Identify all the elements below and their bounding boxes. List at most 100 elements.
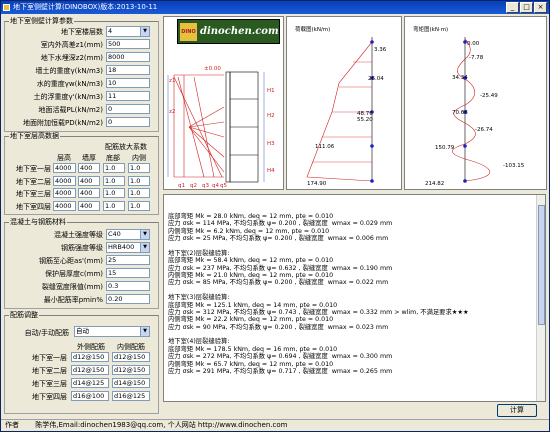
chevron-down-icon: ▼ <box>140 27 149 36</box>
rebar-out-input[interactable]: d12@150 <box>71 352 109 362</box>
amp-in-input[interactable]: 1.0 <box>128 200 150 211</box>
author-label: 作者 <box>5 421 19 429</box>
moment-chart-title: 弯矩图(kN·m) <box>413 25 448 33</box>
basic-param-input[interactable]: 0 <box>106 104 150 114</box>
basic-param-label: 地下室楼层数 <box>61 28 103 36</box>
wall-thickness-input[interactable]: 400 <box>78 188 100 198</box>
close-button[interactable]: × <box>534 2 547 13</box>
rebar-out-input[interactable]: d16@100 <box>71 391 109 401</box>
chevron-down-icon: ▼ <box>140 230 149 239</box>
rebar-out-input[interactable]: d12@150 <box>71 365 109 375</box>
wall-thickness-input[interactable]: 400 <box>78 200 100 211</box>
amp-in-input[interactable]: 1.0 <box>128 163 150 173</box>
amp-out-input[interactable]: 1.0 <box>103 163 125 173</box>
moment-value-3: 34.34 <box>452 75 468 81</box>
rebar-in-input[interactable]: d16@125 <box>112 391 150 401</box>
basic-param-input[interactable]: 500 <box>106 39 150 49</box>
result-line: 应力 σsk = 114 MPa, 不均匀系数 ψ= 0.200 , 裂缝宽度 … <box>168 220 393 228</box>
material-input[interactable]: 15 <box>106 268 150 278</box>
basic-param-input[interactable]: 11 <box>106 91 150 101</box>
moment-value-5: 70.68 <box>452 110 468 116</box>
scrollbar-thumb[interactable] <box>538 205 545 325</box>
basic-param-input[interactable]: 10 <box>106 78 150 88</box>
h3-label: H3 <box>267 141 275 147</box>
q2-label: q2 <box>190 183 197 189</box>
rebar-floor-label: 地下室四层 <box>32 393 67 401</box>
material-select-value: C40 <box>108 230 121 238</box>
material-select-value: HRB400 <box>108 243 135 251</box>
q3-label: q3 <box>202 183 209 189</box>
result-line: 应力 σsk = 25 MPa, 不均匀系数 ψ= 0.200 , 裂缝宽度 w… <box>168 234 389 242</box>
results-scrollbar[interactable] <box>536 195 545 401</box>
material-label: 裂缝宽度限值(mm) <box>41 283 103 291</box>
dinochen-logo[interactable]: DINO dinochen.com <box>177 19 280 44</box>
basic-param-input[interactable]: 0 <box>106 117 150 127</box>
floor-height-input[interactable]: 4000 <box>53 163 76 173</box>
moment-value-1: 0.00 <box>467 41 480 47</box>
status-bar: 作者 陈学伟,Email:dinochen1983@qq.com, 个人网站 h… <box>1 419 549 431</box>
calculate-button[interactable]: 计算 <box>497 404 537 417</box>
result-line: 内侧弯矩 Mk = 65.7 kNm, deq = 12 mm, pte = 0… <box>168 360 334 368</box>
result-line: 应力 σsk = 272 MPa, 不均匀系数 ψ= 0.694 , 裂缝宽度 … <box>168 353 393 361</box>
basic-param-label: 地下水埋深z2(mm) <box>40 54 103 62</box>
load-value-2: 26.04 <box>368 76 384 82</box>
amp-in-input[interactable]: 1.0 <box>128 175 150 186</box>
floor-count-select[interactable]: 4 ▼ <box>106 26 150 37</box>
material-legend: 混凝土与钢筋材料 <box>10 218 66 226</box>
result-line <box>168 287 541 294</box>
wall-thickness-input[interactable]: 400 <box>78 163 100 173</box>
floor-label: 地下室四层 <box>16 202 51 211</box>
basic-param-label: 墙土的重度γ(kN/m3) <box>35 67 103 75</box>
q1-label: q1 <box>178 183 185 189</box>
load-chart-panel: 荷载图(kN/m) 3.36 26.04 48.76 55.20 111.06 … <box>286 16 402 190</box>
floor-height-input[interactable]: 4000 <box>53 188 76 198</box>
result-line: 内侧弯矩 Mk = 22.2 kNm, deq = 12 mm, pte = 0… <box>168 316 334 324</box>
basic-param-input[interactable]: 18 <box>106 65 150 75</box>
rebar-legend: 配筋调整 <box>10 311 38 319</box>
floor-height-input[interactable]: 4000 <box>53 175 76 186</box>
material-label: 钢筋强度等级 <box>61 244 103 252</box>
rebar-in-input[interactable]: d14@150 <box>112 378 150 388</box>
basic-param-input[interactable]: 8000 <box>106 52 150 62</box>
material-select[interactable]: C40 ▼ <box>106 229 150 240</box>
results-textarea[interactable]: 底部弯矩 Mk = 28.0 kNm, deq = 12 mm, pte = 0… <box>163 194 546 402</box>
amp-in-input[interactable]: 1.0 <box>128 188 150 198</box>
rebar-in-input[interactable]: d12@150 <box>112 365 150 375</box>
amp-out-input[interactable]: 1.0 <box>103 175 125 186</box>
chevron-down-icon: ▼ <box>140 327 149 336</box>
app-icon <box>3 4 10 11</box>
result-line <box>168 242 541 249</box>
rebar-mode-select[interactable]: 自动 ▼ <box>74 326 150 337</box>
author-contact: 陈学伟,Email:dinochen1983@qq.com, 个人网站 http… <box>35 421 288 429</box>
amp-out-input[interactable]: 1.0 <box>103 200 125 211</box>
maximize-button[interactable]: □ <box>520 2 533 13</box>
material-input[interactable]: 25 <box>106 255 150 265</box>
rebar-out-input[interactable]: d14@125 <box>71 378 109 388</box>
result-line: 地下室(3)层裂缝验算: <box>168 294 230 302</box>
col-height-header: 层高 <box>57 154 71 162</box>
load-value-6: 174.90 <box>307 181 327 187</box>
logo-text: dinochen.com <box>200 26 279 37</box>
floor-height-input[interactable]: 4000 <box>53 200 76 211</box>
rebar-floor-label: 地下室三层 <box>32 380 67 388</box>
rebar-in-input[interactable]: d12@150 <box>112 352 150 362</box>
moment-chart-panel: 弯矩图(kN·m) 0.00 -7.78 34.34 -25.49 70.68 … <box>404 16 547 190</box>
result-line: 应力 σsk = 85 MPa, 不均匀系数 ψ= 0.200 , 裂缝宽度 w… <box>168 279 389 287</box>
load-value-1: 3.36 <box>374 47 387 53</box>
col-amp-header: 配筋放大系数 <box>105 143 147 151</box>
material-input[interactable]: 0.20 <box>106 294 150 304</box>
rebar-out-header: 外侧配筋 <box>77 343 105 351</box>
z2-label: z2 <box>169 109 175 115</box>
col-out-header: 底部 <box>106 154 120 162</box>
basic-param-label: 水的重度γw(kN/m3) <box>36 80 103 88</box>
result-line: 底部弯矩 Mk = 58.4 kNm, deq = 12 mm, pte = 0… <box>168 257 334 265</box>
wall-thickness-input[interactable]: 400 <box>78 175 100 186</box>
amp-out-input[interactable]: 1.0 <box>103 188 125 198</box>
q5-label: q5 <box>220 183 227 189</box>
result-line: 应力 σsk = 90 MPa, 不均匀系数 ψ= 0.200 , 裂缝宽度 w… <box>168 323 389 331</box>
material-select[interactable]: HRB400 ▼ <box>106 242 150 253</box>
minimize-button[interactable]: _ <box>506 2 519 13</box>
basic-param-label: 土的浮重度γ'(kN/m3) <box>33 93 103 101</box>
basic-params-legend: 地下室侧壁计算参数 <box>10 17 73 25</box>
material-input[interactable]: 0.3 <box>106 281 150 291</box>
